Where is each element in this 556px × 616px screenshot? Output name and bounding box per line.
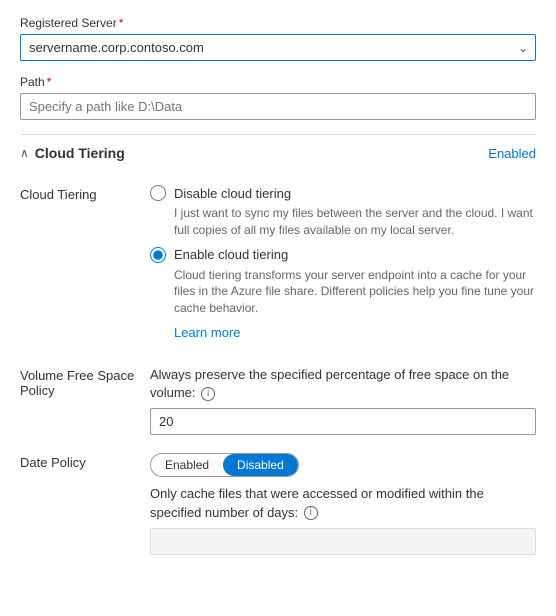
cloud-tiering-content: Disable cloud tiering I just want to syn…	[150, 185, 536, 348]
volume-free-space-description: Always preserve the specified percentage…	[150, 366, 536, 402]
registered-server-dropdown-wrapper: servername.corp.contoso.com ⌄	[20, 34, 536, 61]
date-policy-label: Date Policy	[20, 453, 150, 554]
disable-cloud-tiering-radio-label[interactable]: Disable cloud tiering	[174, 186, 291, 201]
disable-cloud-tiering-description: I just want to sync my files between the…	[174, 205, 536, 239]
date-policy-info-icon[interactable]: i	[304, 506, 318, 520]
enable-cloud-tiering-radio-label[interactable]: Enable cloud tiering	[174, 247, 288, 262]
enable-radio-row: Enable cloud tiering	[150, 247, 536, 263]
section-status: Enabled	[488, 146, 536, 161]
cloud-tiering-section-header: ∧ Cloud Tiering Enabled	[20, 134, 536, 171]
disable-radio-row: Disable cloud tiering	[150, 185, 536, 201]
volume-free-space-label: Volume Free Space Policy	[20, 366, 150, 435]
volume-free-space-input[interactable]	[150, 408, 536, 435]
date-policy-content: Enabled Disabled Only cache files that w…	[150, 453, 536, 554]
volume-free-space-row: Volume Free Space Policy Always preserve…	[20, 366, 536, 435]
date-policy-enabled-button[interactable]: Enabled	[151, 454, 223, 476]
enable-cloud-tiering-radio[interactable]	[150, 247, 166, 263]
registered-server-field: Registered Server* servername.corp.conto…	[20, 16, 536, 61]
date-policy-input	[150, 528, 536, 555]
section-header-left: ∧ Cloud Tiering	[20, 145, 125, 161]
cloud-tiering-setting-row: Cloud Tiering Disable cloud tiering I ju…	[20, 185, 536, 348]
collapse-icon[interactable]: ∧	[20, 146, 29, 160]
disable-cloud-tiering-radio[interactable]	[150, 185, 166, 201]
date-policy-description: Only cache files that were accessed or m…	[150, 485, 536, 521]
enable-cloud-tiering-description: Cloud tiering transforms your server end…	[174, 267, 536, 317]
path-field: Path*	[20, 75, 536, 120]
disable-cloud-tiering-option: Disable cloud tiering I just want to syn…	[150, 185, 536, 239]
date-policy-toggle-group: Enabled Disabled	[150, 453, 299, 477]
cloud-tiering-label: Cloud Tiering	[20, 185, 150, 348]
volume-free-space-info-icon[interactable]: i	[201, 387, 215, 401]
path-label: Path*	[20, 75, 536, 89]
date-policy-disabled-button[interactable]: Disabled	[223, 454, 298, 476]
enable-cloud-tiering-option: Enable cloud tiering Cloud tiering trans…	[150, 247, 536, 340]
section-title: Cloud Tiering	[35, 145, 125, 161]
path-input[interactable]	[20, 93, 536, 120]
learn-more-link[interactable]: Learn more	[174, 325, 240, 340]
date-policy-row: Date Policy Enabled Disabled Only cache …	[20, 453, 536, 554]
registered-server-dropdown[interactable]: servername.corp.contoso.com	[20, 34, 536, 61]
volume-free-space-content: Always preserve the specified percentage…	[150, 366, 536, 435]
registered-server-label: Registered Server*	[20, 16, 536, 30]
